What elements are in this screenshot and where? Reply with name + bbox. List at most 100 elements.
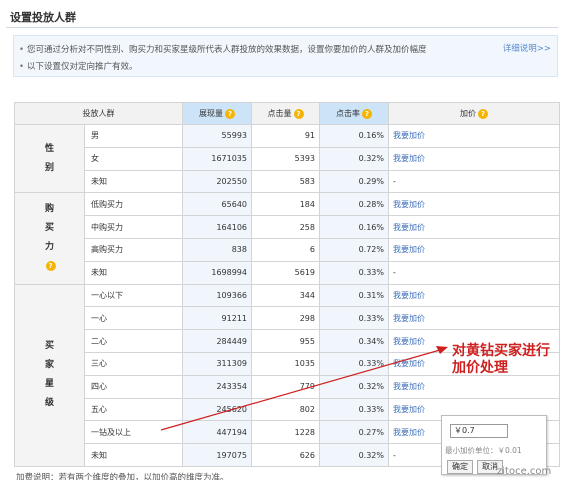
bid-cell[interactable]: 我要加价: [388, 215, 560, 239]
bid-input[interactable]: ￥0.7: [450, 424, 508, 438]
header-ctr: 点击率?: [319, 102, 389, 125]
clicks-cell: 6: [251, 237, 320, 262]
impressions-cell: 202550: [182, 169, 252, 194]
impressions-cell: 311309: [182, 351, 252, 376]
impressions-cell: 55993: [182, 124, 252, 148]
bid-cell[interactable]: 我要加价: [388, 124, 560, 148]
ctr-cell: 0.33%: [319, 306, 389, 331]
impressions-cell: 109366: [182, 283, 252, 308]
impressions-cell: 197075: [182, 443, 252, 467]
clicks-cell: 1035: [251, 351, 320, 376]
impressions-cell: 1671035: [182, 146, 252, 171]
info-line-2: • 以下设置仅对定向推广有效。: [19, 62, 138, 72]
help-icon[interactable]: ?: [225, 108, 235, 119]
table-row: 四心 243354 779 0.32% 我要加价: [15, 374, 560, 399]
ctr-cell: 0.28%: [319, 192, 389, 217]
impressions-cell: 91211: [182, 306, 252, 331]
row-name: 一钻及以上: [84, 420, 183, 445]
impressions-cell: 447194: [182, 420, 252, 445]
row-name: 未知: [84, 443, 183, 467]
bid-cell[interactable]: 我要加价: [388, 283, 560, 308]
clicks-cell: 184: [251, 192, 320, 217]
bid-cell[interactable]: 我要加价: [388, 146, 560, 171]
header-group: 投放人群: [14, 102, 183, 125]
ctr-cell: 0.29%: [319, 169, 389, 194]
impressions-cell: 245620: [182, 397, 252, 422]
clicks-cell: 258: [251, 215, 320, 239]
ctr-cell: 0.32%: [319, 374, 389, 399]
clicks-cell: 5619: [251, 260, 320, 285]
row-name: 三心: [84, 351, 183, 376]
info-box: • 您可通过分析对不同性别、购买力和买家星级所代表人群投放的效果数据，设置你要加价…: [13, 35, 558, 77]
row-name: 一心以下: [84, 283, 183, 308]
details-link[interactable]: 详细说明>>: [503, 42, 551, 54]
page-title: 设置投放人群: [10, 11, 76, 24]
min-unit-hint: 最小加价单位：￥0.01: [445, 446, 522, 455]
clicks-cell: 779: [251, 374, 320, 399]
row-name: 五心: [84, 397, 183, 422]
audience-table: 投放人群 展现量? 点击量? 点击率? 加价? 性别男 55993 91 0.16% 我…: [14, 102, 560, 467]
impressions-cell: 243354: [182, 374, 252, 399]
row-name: 未知: [84, 260, 183, 285]
table-row: 高购买力 838 6 0.72% 我要加价: [15, 237, 560, 262]
row-name: 未知: [84, 169, 183, 194]
help-icon[interactable]: ?: [362, 108, 372, 119]
row-name: 女: [84, 146, 183, 171]
confirm-button[interactable]: 确定: [447, 460, 473, 474]
bid-cell[interactable]: 我要加价: [388, 192, 560, 217]
ctr-cell: 0.72%: [319, 237, 389, 262]
help-icon[interactable]: ?: [478, 108, 488, 119]
clicks-cell: 1228: [251, 420, 320, 445]
impressions-cell: 65640: [182, 192, 252, 217]
row-name: 一心: [84, 306, 183, 331]
table-row: 性别男 55993 91 0.16% 我要加价: [14, 123, 560, 194]
table-row: 未知 202550 583 0.29% -: [15, 169, 560, 194]
ctr-cell: 0.27%: [319, 420, 389, 445]
clicks-cell: 626: [251, 443, 320, 467]
ctr-cell: 0.32%: [319, 443, 389, 467]
header-clicks: 点击量?: [251, 102, 320, 125]
ctr-cell: 0.34%: [319, 329, 389, 353]
clicks-cell: 802: [251, 397, 320, 422]
impressions-cell: 838: [182, 237, 252, 262]
row-name: 高购买力: [84, 237, 183, 262]
ctr-cell: 0.16%: [319, 124, 389, 148]
bid-cell: -: [388, 260, 560, 285]
watermark: zitoce.com: [497, 466, 552, 477]
help-icon[interactable]: ?: [293, 108, 304, 119]
clicks-cell: 955: [251, 329, 320, 353]
row-name: 中购买力: [84, 215, 183, 239]
row-name: 四心: [84, 374, 183, 399]
impressions-cell: 1698994: [182, 260, 252, 285]
group-label: 购买力?: [14, 192, 85, 285]
footnote: 加费说明：若有两个维度的叠加，以加价高的维度为准。: [16, 473, 229, 480]
header-impressions: 展现量?: [182, 102, 252, 125]
table-header-row: 投放人群 展现量? 点击量? 点击率? 加价?: [14, 102, 560, 125]
ctr-cell: 0.33%: [319, 351, 389, 376]
impressions-cell: 284449: [182, 329, 252, 353]
ctr-cell: 0.33%: [319, 397, 389, 422]
bid-cell[interactable]: 我要加价: [388, 237, 560, 262]
bid-cell[interactable]: 我要加价: [388, 306, 560, 331]
ctr-cell: 0.32%: [319, 146, 389, 171]
table-row: 购买力? 低购买力 65640 184 0.28% 我要加价: [14, 192, 560, 285]
clicks-cell: 583: [251, 169, 320, 194]
help-icon[interactable]: ?: [45, 261, 56, 272]
group-label: 买家星级: [14, 283, 85, 467]
header-bid: 加价?: [388, 102, 560, 125]
group-label: 性别: [14, 123, 85, 194]
bid-cell[interactable]: 我要加价: [388, 374, 560, 399]
table-row: 女 1671035 5393 0.32% 我要加价: [15, 146, 560, 171]
clicks-cell: 5393: [251, 146, 320, 171]
info-line-1: • 您可通过分析对不同性别、购买力和买家星级所代表人群投放的效果数据，设置你要加价…: [19, 45, 427, 55]
table-row: 一心 91211 298 0.33% 我要加价: [15, 306, 560, 331]
table-row: 中购买力 164106 258 0.16% 我要加价: [15, 215, 560, 239]
impressions-cell: 164106: [182, 215, 252, 239]
ctr-cell: 0.33%: [319, 260, 389, 285]
table-row: 未知 1698994 5619 0.33% -: [15, 260, 560, 285]
ctr-cell: 0.16%: [319, 215, 389, 239]
clicks-cell: 344: [251, 283, 320, 308]
ctr-cell: 0.31%: [319, 283, 389, 308]
clicks-cell: 298: [251, 306, 320, 331]
title-divider: [6, 27, 558, 28]
